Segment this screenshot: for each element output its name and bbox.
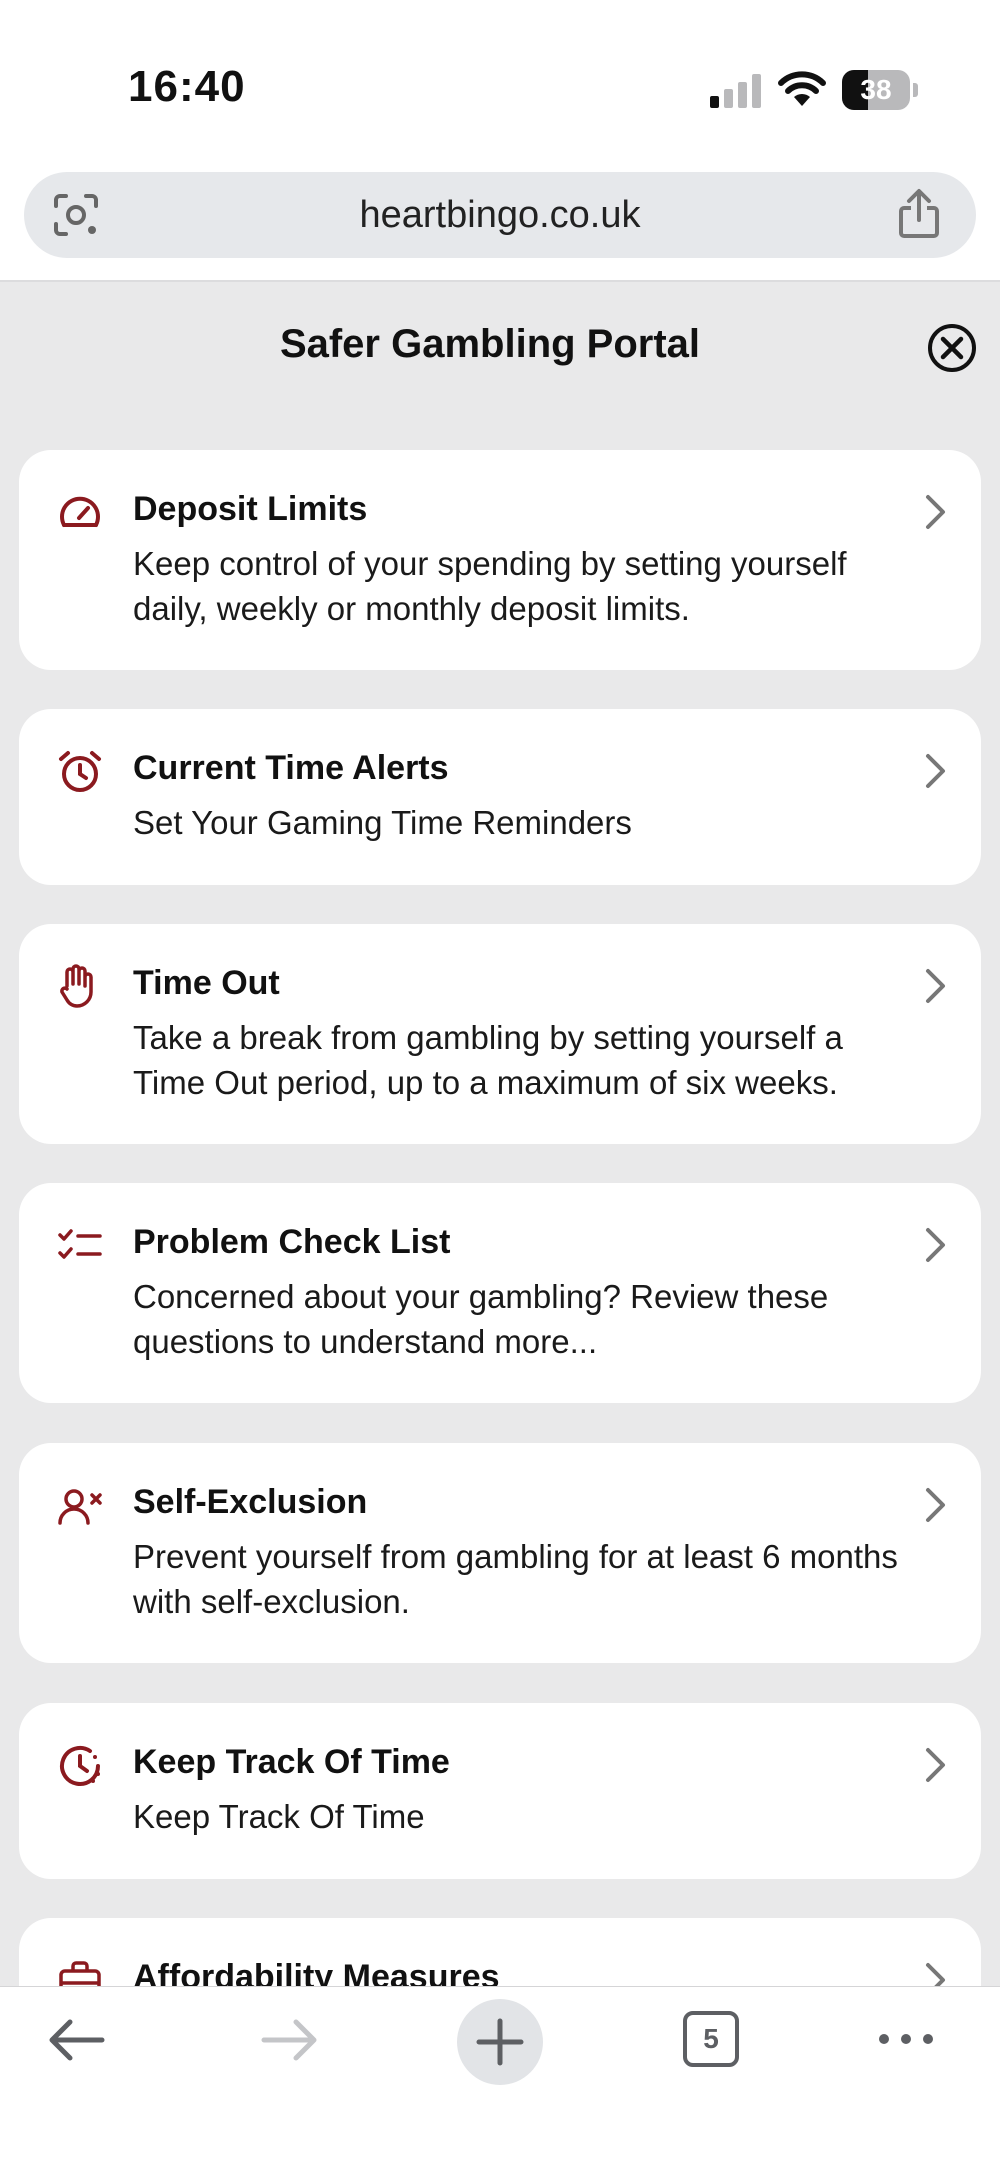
chevron-right-icon xyxy=(926,1228,945,1262)
user-x-icon xyxy=(58,1489,102,1525)
status-bar: 16:40 38 xyxy=(0,0,1000,160)
more-icon[interactable] xyxy=(876,2027,936,2051)
clock-icon xyxy=(60,1745,100,1786)
checklist-icon xyxy=(58,1229,102,1259)
card-description: Take a break from gambling by setting yo… xyxy=(133,1019,843,1101)
battery-percent: 38 xyxy=(860,74,892,105)
card-deposit-limits[interactable]: Deposit Limits Keep control of your spen… xyxy=(19,450,981,670)
card-description: Concerned about your gambling? Review th… xyxy=(133,1278,829,1360)
browser-toolbar: 5 xyxy=(0,1986,1000,2171)
url-text[interactable]: heartbingo.co.uk xyxy=(24,172,976,258)
card-keep-track-of-time[interactable]: Keep Track Of Time Keep Track Of Time xyxy=(19,1703,981,1879)
forward-arrow-icon[interactable] xyxy=(256,2015,322,2065)
portal-header: Safer Gambling Portal xyxy=(0,284,1000,414)
battery-icon: 38 xyxy=(842,70,918,110)
card-description: Prevent yourself from gambling for at le… xyxy=(133,1538,898,1620)
card-description: Set Your Gaming Time Reminders xyxy=(133,804,632,841)
card-title: Keep Track Of Time xyxy=(133,1743,450,1781)
address-bar[interactable]: heartbingo.co.uk xyxy=(24,172,976,258)
close-circle-icon[interactable] xyxy=(926,322,978,374)
card-title: Time Out xyxy=(133,964,280,1002)
card-description: Keep Track Of Time xyxy=(133,1798,425,1835)
card-title: Self-Exclusion xyxy=(133,1483,368,1521)
back-arrow-icon[interactable] xyxy=(44,2015,110,2065)
card-title: Current Time Alerts xyxy=(133,749,449,787)
card-time-out[interactable]: Time Out Take a break from gambling by s… xyxy=(19,924,981,1144)
chevron-right-icon xyxy=(926,1748,945,1782)
alarm-clock-icon xyxy=(59,751,101,792)
card-title: Deposit Limits xyxy=(133,490,368,528)
plus-icon xyxy=(476,2018,524,2066)
card-current-time-alerts[interactable]: Current Time Alerts Set Your Gaming Time… xyxy=(19,709,981,885)
hand-icon xyxy=(60,964,93,1008)
status-time: 16:40 xyxy=(128,62,246,111)
card-description: Keep control of your spending by setting… xyxy=(133,545,847,627)
signal-icon xyxy=(710,74,761,108)
card-problem-check-list[interactable]: Problem Check List Concerned about your … xyxy=(19,1183,981,1403)
card-self-exclusion[interactable]: Self-Exclusion Prevent yourself from gam… xyxy=(19,1443,981,1663)
page-title: Safer Gambling Portal xyxy=(279,322,701,366)
tabs-icon[interactable]: 5 xyxy=(683,2011,739,2067)
browser-address-area: heartbingo.co.uk xyxy=(0,160,1000,282)
gauge-icon xyxy=(60,496,100,527)
card-title: Problem Check List xyxy=(133,1223,451,1261)
share-icon[interactable] xyxy=(896,188,942,240)
new-tab-button[interactable] xyxy=(457,1999,543,2085)
wifi-icon xyxy=(778,71,826,106)
chevron-right-icon xyxy=(926,754,945,788)
chevron-right-icon xyxy=(926,495,945,529)
chevron-right-icon xyxy=(926,969,945,1003)
chevron-right-icon xyxy=(926,1488,945,1522)
